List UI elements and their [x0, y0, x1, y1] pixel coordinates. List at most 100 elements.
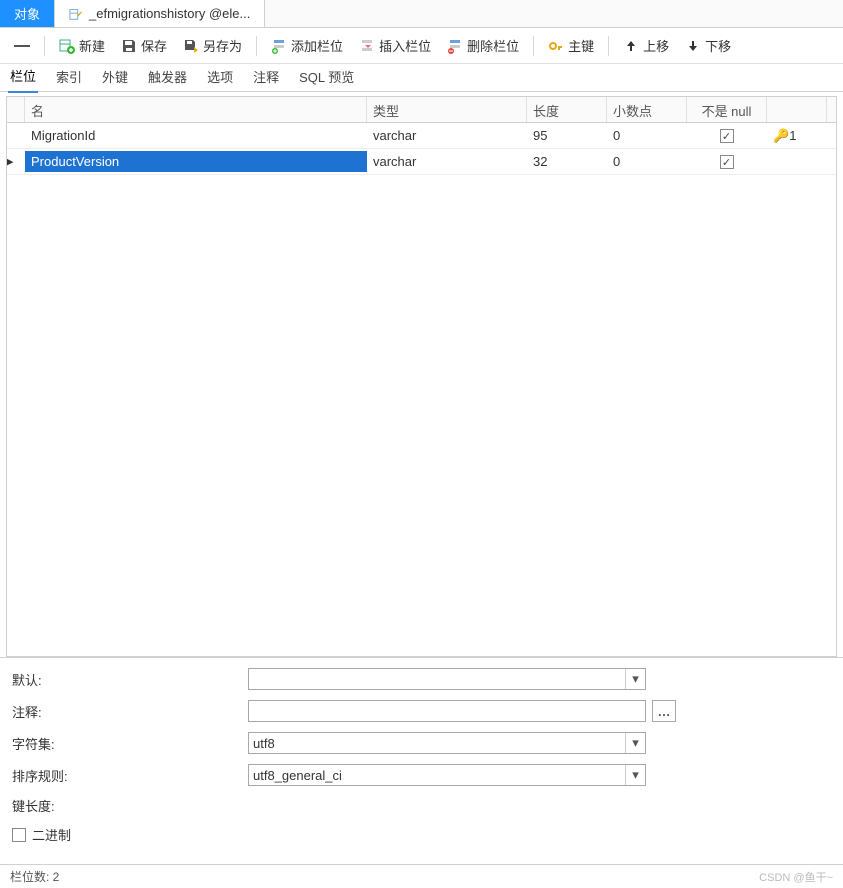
insert-field-label: 插入栏位 [379, 36, 431, 55]
save-label: 保存 [141, 36, 167, 55]
collation-label: 排序规则: [12, 766, 248, 785]
move-up-button[interactable]: 上移 [617, 34, 675, 57]
delete-field-button[interactable]: 删除栏位 [441, 34, 525, 57]
add-field-icon [271, 38, 287, 54]
gutter-header [7, 97, 25, 122]
tab-editor[interactable]: _efmigrationshistory @ele... [55, 0, 265, 27]
not-null-checkbox[interactable]: ✓ [720, 129, 734, 143]
primary-key-label: 主键 [568, 36, 594, 55]
charset-combo[interactable]: utf8 ▾ [248, 732, 646, 754]
cell-key [767, 159, 827, 165]
grid-body[interactable]: MigrationIdvarchar950✓🔑1▶ProductVersionv… [7, 123, 836, 656]
cell-name[interactable]: ProductVersion [25, 151, 367, 172]
default-combo[interactable]: ▾ [248, 668, 646, 690]
new-label: 新建 [79, 36, 105, 55]
tab-comment[interactable]: 注释 [251, 63, 281, 92]
delete-field-label: 删除栏位 [467, 36, 519, 55]
toolbar: 新建 保存 另存为 添加栏位 插入栏位 删除栏位 主键 上移 下移 [0, 28, 843, 64]
tab-options[interactable]: 选项 [205, 63, 235, 92]
save-icon [121, 38, 137, 54]
tab-sql-preview[interactable]: SQL 预览 [297, 63, 356, 92]
chevron-down-icon[interactable]: ▾ [625, 669, 645, 689]
insert-field-button[interactable]: 插入栏位 [353, 34, 437, 57]
chevron-down-icon[interactable]: ▾ [625, 733, 645, 753]
not-null-checkbox[interactable]: ✓ [720, 155, 734, 169]
binary-checkbox[interactable] [12, 828, 26, 842]
main-area: 名 类型 长度 小数点 不是 null MigrationIdvarchar95… [0, 92, 843, 864]
menu-button[interactable] [8, 36, 36, 56]
comment-more-button[interactable]: … [652, 700, 676, 722]
cell-type[interactable]: varchar [367, 125, 527, 146]
add-field-label: 添加栏位 [291, 36, 343, 55]
tab-indexes[interactable]: 索引 [54, 63, 84, 92]
cell-type[interactable]: varchar [367, 151, 527, 172]
separator [44, 36, 45, 56]
table-row[interactable]: ▶ProductVersionvarchar320✓ [7, 149, 836, 175]
tab-objects-label: 对象 [14, 4, 40, 23]
designer-tabs: 栏位 索引 外键 触发器 选项 注释 SQL 预览 [0, 64, 843, 92]
row-indicator-icon: ▶ [7, 155, 13, 168]
collation-combo[interactable]: utf8_general_ci ▾ [248, 764, 646, 786]
save-as-icon [183, 38, 199, 54]
table-edit-icon [69, 7, 83, 21]
move-down-button[interactable]: 下移 [679, 34, 737, 57]
cell-decimals[interactable]: 0 [607, 125, 687, 146]
tab-foreign-keys[interactable]: 外键 [100, 63, 130, 92]
add-field-button[interactable]: 添加栏位 [265, 34, 349, 57]
col-type[interactable]: 类型 [367, 97, 527, 122]
document-tab-bar: 对象 _efmigrationshistory @ele... [0, 0, 843, 28]
tab-fields[interactable]: 栏位 [8, 62, 38, 93]
arrow-down-icon [685, 38, 701, 54]
row-gutter [7, 133, 25, 139]
cell-key: 🔑1 [767, 125, 827, 147]
cell-not-null[interactable]: ✓ [687, 151, 767, 173]
new-button[interactable]: 新建 [53, 34, 111, 57]
key-icon [548, 38, 564, 54]
cell-not-null[interactable]: ✓ [687, 125, 767, 147]
key-icon: 🔑 [773, 128, 789, 143]
collation-value: utf8_general_ci [253, 768, 342, 783]
status-bar: 栏位数: 2 CSDN @鱼干~ [0, 864, 843, 888]
fields-grid: 名 类型 长度 小数点 不是 null MigrationIdvarchar95… [6, 96, 837, 657]
cell-length[interactable]: 32 [527, 151, 607, 172]
binary-label: 二进制 [32, 825, 71, 844]
col-length[interactable]: 长度 [527, 97, 607, 122]
primary-key-button[interactable]: 主键 [542, 34, 600, 57]
cell-length[interactable]: 95 [527, 125, 607, 146]
tab-editor-label: _efmigrationshistory @ele... [89, 6, 250, 21]
delete-field-icon [447, 38, 463, 54]
col-name[interactable]: 名 [25, 97, 367, 122]
key-length-label: 键长度: [12, 796, 248, 815]
separator [533, 36, 534, 56]
move-up-label: 上移 [643, 36, 669, 55]
cell-name[interactable]: MigrationId [25, 125, 367, 146]
separator [608, 36, 609, 56]
hamburger-icon [14, 38, 30, 54]
tab-objects[interactable]: 对象 [0, 0, 55, 27]
col-decimals[interactable]: 小数点 [607, 97, 687, 122]
arrow-up-icon [623, 38, 639, 54]
col-key [767, 97, 827, 122]
charset-label: 字符集: [12, 734, 248, 753]
field-properties: 默认: ▾ 注释: … 字符集: utf8 ▾ 排序规则: utf8_gener… [0, 657, 843, 864]
cell-decimals[interactable]: 0 [607, 151, 687, 172]
grid-header: 名 类型 长度 小数点 不是 null [7, 97, 836, 123]
col-not-null[interactable]: 不是 null [687, 97, 767, 122]
move-down-label: 下移 [705, 36, 731, 55]
watermark: CSDN @鱼干~ [759, 869, 833, 885]
save-button[interactable]: 保存 [115, 34, 173, 57]
charset-value: utf8 [253, 736, 275, 751]
chevron-down-icon[interactable]: ▾ [625, 765, 645, 785]
new-table-icon [59, 38, 75, 54]
separator [256, 36, 257, 56]
comment-label: 注释: [12, 702, 248, 721]
row-gutter: ▶ [7, 159, 25, 165]
insert-field-icon [359, 38, 375, 54]
field-count: 栏位数: 2 [10, 868, 59, 885]
tab-triggers[interactable]: 触发器 [146, 63, 189, 92]
table-row[interactable]: MigrationIdvarchar950 ✓ 🔑1 [7, 123, 836, 149]
save-as-label: 另存为 [203, 36, 242, 55]
save-as-button[interactable]: 另存为 [177, 34, 248, 57]
default-label: 默认: [12, 670, 248, 689]
comment-input[interactable] [248, 700, 646, 722]
